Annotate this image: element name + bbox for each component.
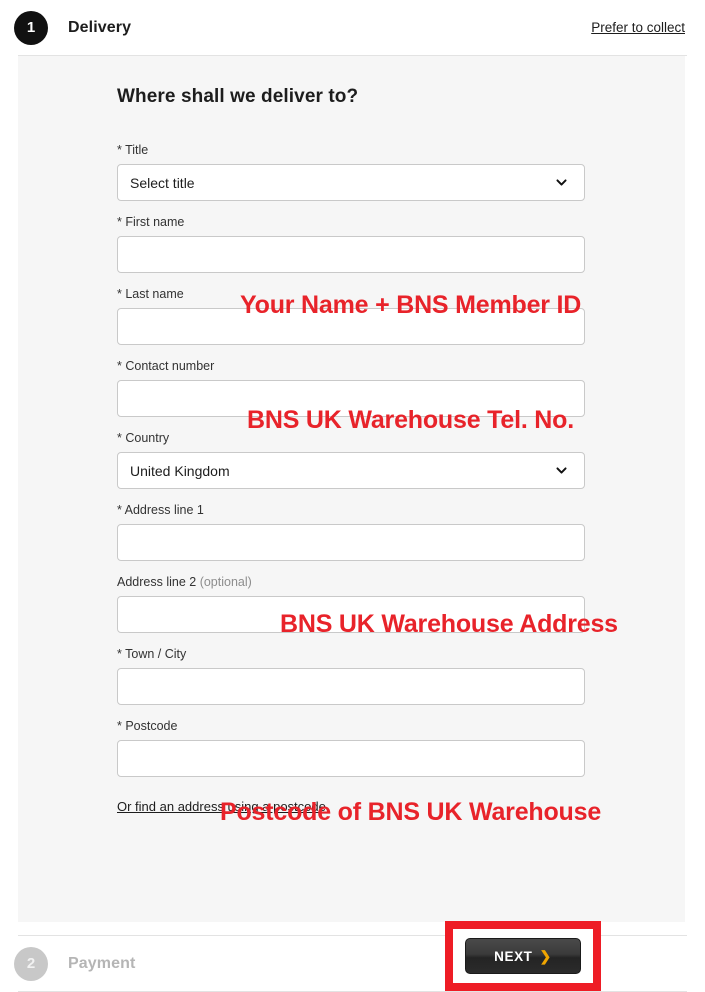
town-city-input[interactable] xyxy=(117,668,585,705)
field-first-name: * First name xyxy=(117,215,587,273)
label-address-line-2: Address line 2 (optional) xyxy=(117,575,587,589)
field-town-city: * Town / City xyxy=(117,647,587,705)
country-select-value: United Kingdom xyxy=(130,462,230,479)
field-contact-number: * Contact number xyxy=(117,359,587,417)
country-select[interactable]: United Kingdom xyxy=(117,452,585,489)
form-heading: Where shall we deliver to? xyxy=(117,86,359,107)
chevron-down-icon xyxy=(555,176,568,189)
chevron-right-icon: ❯ xyxy=(539,948,552,964)
label-town-city: * Town / City xyxy=(117,647,187,661)
label-postcode: * Postcode xyxy=(117,719,178,733)
field-country: * Country United Kingdom xyxy=(117,431,587,489)
field-last-name: * Last name xyxy=(117,287,587,345)
delivery-form-panel: Where shall we deliver to? * Title Selec… xyxy=(18,56,685,991)
label-address-line-1: * Address line 1 xyxy=(117,503,204,517)
field-address-line-2: Address line 2 (optional) xyxy=(117,575,587,633)
label-address-line-2-optional: (optional) xyxy=(199,575,252,589)
step-number-payment: 2 xyxy=(26,955,36,972)
label-title: * Title xyxy=(117,143,149,157)
postcode-input[interactable] xyxy=(117,740,585,777)
address-line-1-input[interactable] xyxy=(117,524,585,561)
step-number-delivery: 1 xyxy=(26,19,36,36)
last-name-input[interactable] xyxy=(117,308,585,345)
field-address-line-1: * Address line 1 xyxy=(117,503,587,561)
step-number-badge-delivery: 1 xyxy=(14,10,48,45)
label-first-name: * First name xyxy=(117,215,185,229)
next-button-label: NEXT xyxy=(494,948,533,964)
title-select[interactable]: Select title xyxy=(117,164,585,201)
field-postcode: * Postcode xyxy=(117,719,587,777)
contact-number-input[interactable] xyxy=(117,380,585,417)
address-line-2-input[interactable] xyxy=(117,596,585,633)
next-button[interactable]: NEXT ❯ xyxy=(465,938,581,974)
next-button-highlight-box: NEXT ❯ xyxy=(445,921,601,991)
postcode-lookup-link[interactable]: Or find an address using a postcode xyxy=(117,799,326,814)
title-select-value: Select title xyxy=(130,174,195,191)
label-contact-number: * Contact number xyxy=(117,359,215,373)
field-title: * Title Select title xyxy=(117,143,587,201)
delivery-step-header: 1 Delivery Prefer to collect xyxy=(0,0,705,55)
label-last-name: * Last name xyxy=(117,287,184,301)
first-name-input[interactable] xyxy=(117,236,585,273)
step-title-payment: Payment xyxy=(68,954,136,972)
label-address-line-2-text: Address line 2 xyxy=(117,575,200,589)
step-title-delivery: Delivery xyxy=(68,18,132,36)
label-country: * Country xyxy=(117,431,170,445)
delivery-form: Where shall we deliver to? * Title Selec… xyxy=(117,86,618,991)
chevron-down-icon xyxy=(555,464,568,477)
prefer-to-collect-link[interactable]: Prefer to collect xyxy=(591,20,685,35)
step-number-badge-payment: 2 xyxy=(14,946,48,981)
